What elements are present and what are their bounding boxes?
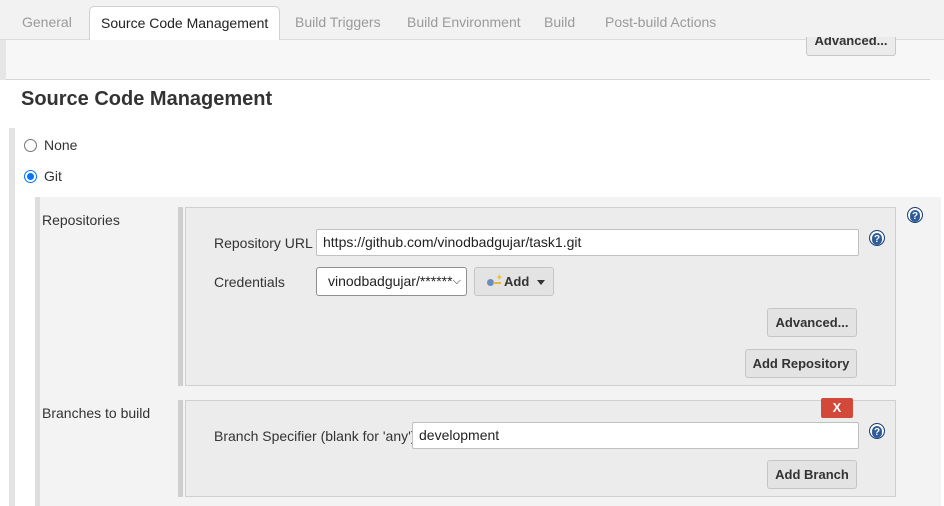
- radio-none[interactable]: [24, 138, 37, 152]
- tab-build[interactable]: Build: [544, 14, 575, 30]
- branch-specifier-input[interactable]: development: [412, 422, 859, 449]
- radio-none-label: None: [44, 137, 78, 153]
- help-glyph: ?: [910, 211, 920, 222]
- tab-general[interactable]: General: [22, 14, 72, 30]
- advanced-button-top[interactable]: Advanced...: [806, 37, 896, 56]
- radio-git-label: Git: [44, 168, 62, 184]
- scm-help-icon[interactable]: ?: [907, 207, 923, 223]
- scm-guide-bar: [9, 128, 15, 506]
- key-icon: ✦: [487, 274, 503, 287]
- tab-bar: General Source Code Management Build Tri…: [0, 0, 944, 41]
- delete-branch-button[interactable]: X: [821, 398, 853, 418]
- branch-specifier-label: Branch Specifier (blank for 'any'): [214, 428, 416, 444]
- repositories-label: Repositories: [42, 212, 120, 228]
- tab-build-triggers[interactable]: Build Triggers: [295, 14, 381, 30]
- previous-section-remnant: [0, 40, 944, 80]
- tab-source-code-management[interactable]: Source Code Management: [89, 6, 281, 41]
- add-credentials-button[interactable]: ✦ Add: [474, 267, 554, 296]
- branches-to-build-label: Branches to build: [42, 405, 151, 421]
- add-credentials-label: Add: [504, 274, 530, 289]
- repositories-panel-bar: [178, 207, 183, 386]
- help-glyph: ?: [872, 427, 882, 438]
- branch-specifier-help-icon[interactable]: ?: [869, 423, 885, 439]
- repository-url-label: Repository URL: [214, 235, 313, 251]
- section-divider: [6, 79, 930, 80]
- branches-panel-bar: [178, 400, 183, 497]
- previous-section-guide: [0, 40, 6, 80]
- repository-advanced-button[interactable]: Advanced...: [767, 308, 857, 337]
- git-guide-bar: [35, 197, 40, 506]
- repository-url-help-icon[interactable]: ?: [869, 230, 885, 246]
- page-title: Source Code Management: [21, 88, 273, 110]
- caret-down-icon: [537, 280, 545, 285]
- tab-build-environment[interactable]: Build Environment: [407, 14, 521, 30]
- scm-option-git[interactable]: Git: [24, 168, 62, 184]
- credentials-label: Credentials: [214, 274, 285, 290]
- add-branch-button[interactable]: Add Branch: [767, 460, 857, 489]
- chevron-down-icon: ⌵: [452, 275, 461, 287]
- credentials-select[interactable]: vinodbadgujar/****** ⌵: [316, 267, 467, 296]
- radio-git[interactable]: [24, 169, 37, 183]
- scm-option-none[interactable]: None: [24, 137, 77, 153]
- tab-post-build-actions[interactable]: Post-build Actions: [605, 14, 716, 30]
- repository-url-input[interactable]: https://github.com/vinodbadgujar/task1.g…: [316, 229, 859, 256]
- credentials-selected-value: vinodbadgujar/******: [328, 273, 453, 289]
- help-glyph: ?: [872, 234, 882, 245]
- add-repository-button[interactable]: Add Repository: [745, 349, 857, 378]
